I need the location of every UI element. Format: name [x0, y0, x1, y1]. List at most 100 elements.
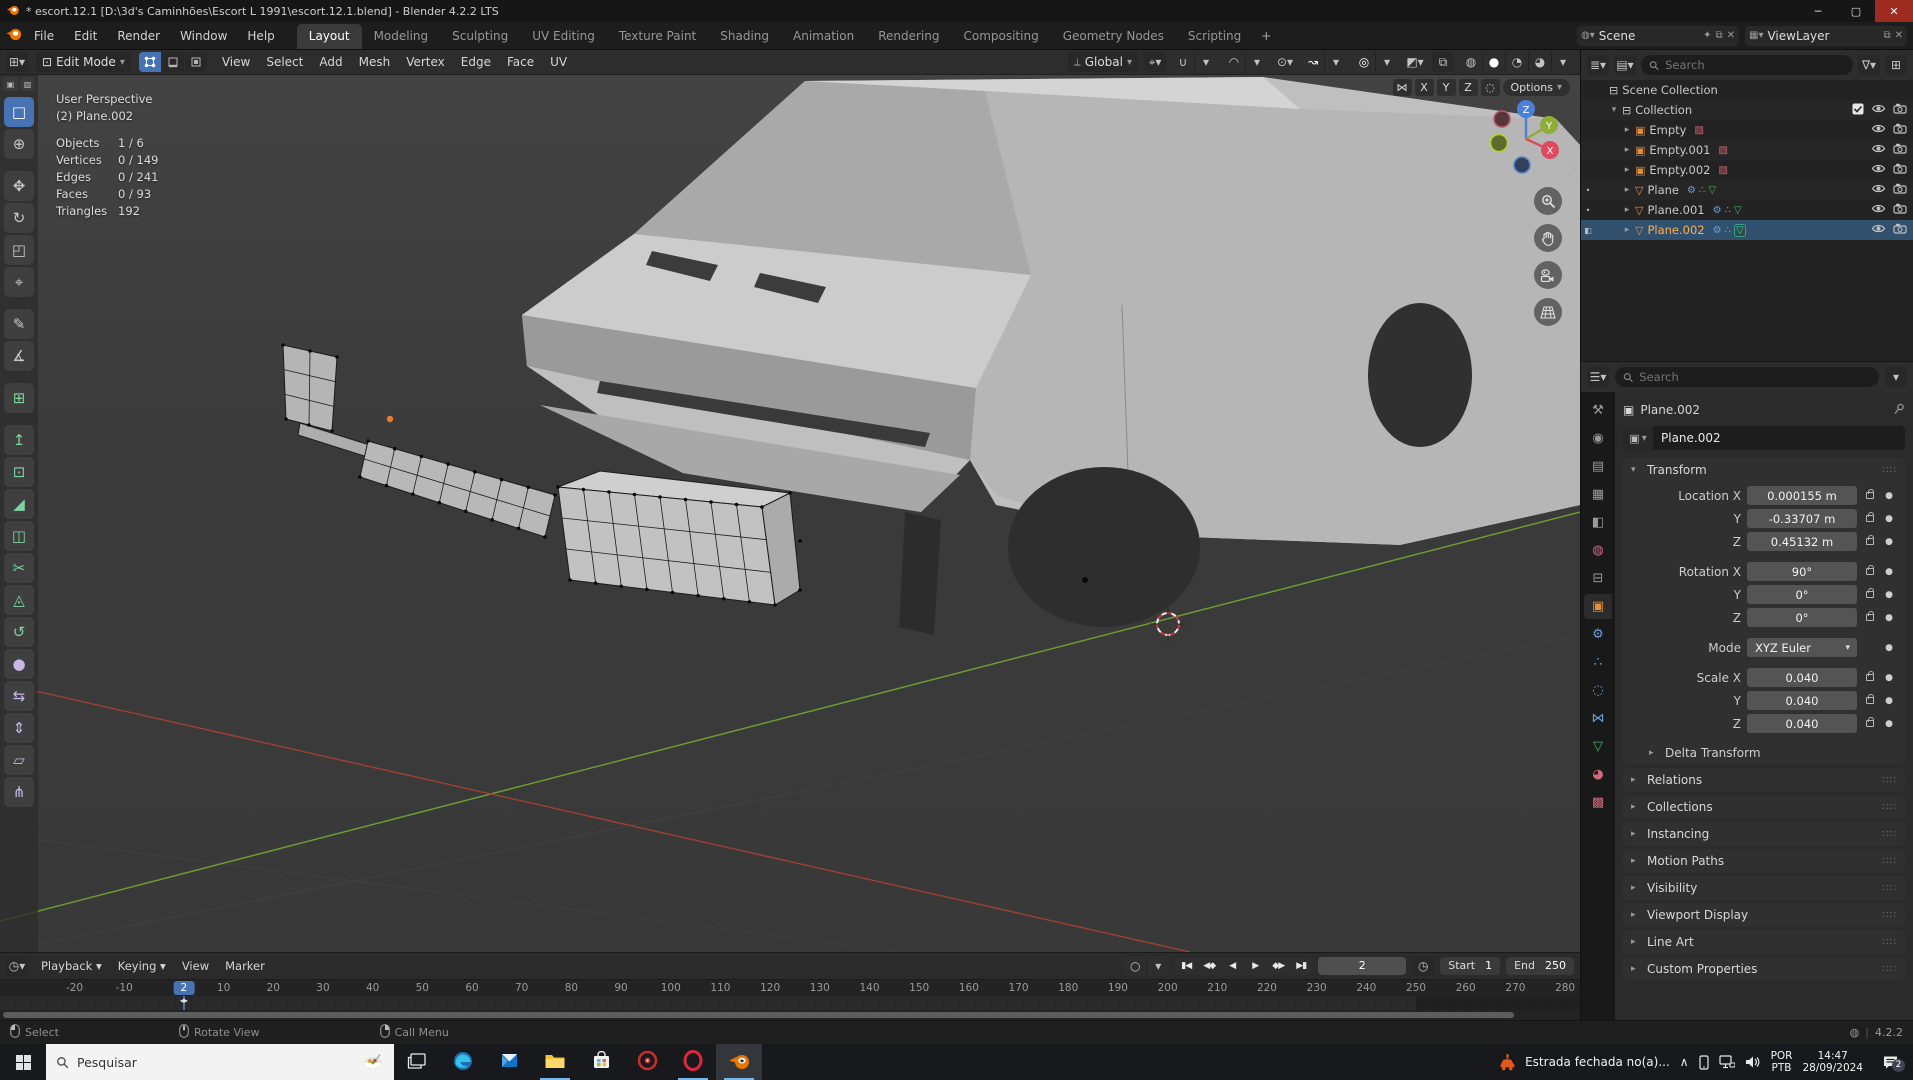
hide-eye-icon[interactable] — [1871, 183, 1886, 197]
outliner-row-scene collection[interactable]: ⊟Scene Collection — [1581, 80, 1913, 100]
value-field[interactable]: 0° — [1747, 585, 1857, 604]
snap-circle-icon[interactable]: ◌ — [1481, 79, 1500, 96]
stopwatch-icon[interactable]: ◷ — [1412, 956, 1434, 976]
timeline-ruler[interactable]: -20-101020304050607080901001101201301401… — [0, 979, 1580, 997]
editor-type-button[interactable]: ⊞▾ — [6, 52, 28, 72]
value-field[interactable]: -0.33707 m — [1747, 509, 1857, 528]
panel-drag-handle[interactable]: ∷∷ — [1882, 964, 1897, 975]
playhead-handle[interactable]: ◂▸ — [180, 996, 188, 1005]
properties-options-dropdown[interactable]: ▾ — [1885, 367, 1907, 387]
gizmos-toggle[interactable]: ↝ — [1302, 52, 1324, 72]
delta-transform-panel[interactable]: ▸ Delta Transform — [1623, 741, 1905, 765]
lock-icon[interactable] — [1863, 538, 1877, 545]
tray-expand-chevron[interactable]: ∧ — [1680, 1055, 1689, 1069]
play-reverse-button[interactable]: ◀ — [1221, 957, 1243, 975]
breadcrumb-object[interactable]: Plane.002 — [1640, 403, 1700, 417]
outliner-row-empty-002[interactable]: ▸▣Empty.002▨ — [1581, 160, 1913, 180]
properties-search-input[interactable] — [1639, 370, 1871, 384]
proportional-editing-toggle[interactable]: ◠ — [1223, 52, 1245, 72]
tool-add-cube[interactable]: ⊞ — [4, 383, 34, 413]
lock-icon[interactable] — [1863, 614, 1877, 621]
new-collection-button[interactable]: ⊞ — [1885, 55, 1907, 75]
outliner-row-plane-002[interactable]: ◧▸▽Plane.002⚙∴▽ — [1581, 220, 1913, 240]
shading-solid-button[interactable]: ● — [1483, 52, 1505, 72]
taskbar-app-autodesk[interactable] — [624, 1044, 670, 1080]
outliner-row-collection[interactable]: ▾⊟Collection — [1581, 100, 1913, 120]
value-field[interactable]: 0.45132 m — [1747, 532, 1857, 551]
notification-center-button[interactable]: 2 — [1873, 1055, 1907, 1070]
taskbar-app-task-view[interactable] — [394, 1044, 440, 1080]
object-name-field[interactable]: ▣▾ — [1623, 426, 1905, 450]
panel-drag-handle[interactable]: ∷∷ — [1882, 802, 1897, 813]
value-field[interactable]: 0° — [1747, 608, 1857, 627]
properties-tab-constraints[interactable]: ⋈ — [1584, 706, 1612, 731]
panel-drag-handle[interactable]: ∷∷ — [1882, 856, 1897, 867]
face-select-button[interactable] — [185, 52, 207, 72]
menu-file[interactable]: File — [26, 26, 62, 46]
snap-toggle[interactable]: ∪ — [1172, 52, 1194, 72]
volume-icon[interactable] — [1745, 1055, 1761, 1069]
tab-scripting[interactable]: Scripting — [1176, 24, 1253, 49]
timeline-menu-view[interactable]: View — [175, 956, 216, 976]
next-keyframe-button[interactable]: ◆▶ — [1267, 957, 1289, 975]
tool-bevel[interactable]: ◢ — [4, 489, 34, 519]
outliner-editor-type-button[interactable]: ≣▾ — [1587, 55, 1609, 75]
tool-transform[interactable]: ⌖ — [4, 267, 34, 297]
animate-dot[interactable]: ● — [1883, 696, 1895, 706]
zoom-icon[interactable] — [1534, 187, 1562, 215]
copy-icon[interactable]: ⧉ — [1715, 30, 1722, 41]
panel-drag-handle[interactable]: ∷∷ — [1882, 829, 1897, 840]
mirror-y-button[interactable]: Y — [1437, 79, 1456, 96]
object-name-input[interactable] — [1653, 431, 1905, 445]
taskbar-app-opera[interactable] — [670, 1044, 716, 1080]
disable-render-icon[interactable] — [1893, 143, 1907, 157]
playhead-frame-badge[interactable]: 2 — [173, 981, 194, 995]
expander-icon[interactable]: ▸ — [1621, 145, 1633, 155]
panel-drag-handle[interactable]: ∷∷ — [1882, 937, 1897, 948]
menu-help[interactable]: Help — [239, 26, 282, 46]
animate-dot[interactable]: ● — [1883, 643, 1895, 653]
value-field[interactable]: 0.000155 m — [1747, 486, 1857, 505]
properties-tab-material[interactable]: ◕ — [1584, 762, 1612, 787]
ortho-grid-icon[interactable] — [1534, 298, 1562, 326]
value-field[interactable]: 90° — [1747, 562, 1857, 581]
expander-icon[interactable]: ▸ — [1621, 205, 1633, 215]
panel-drag-handle[interactable]: ∷∷ — [1882, 465, 1897, 476]
expander-icon[interactable]: ▸ — [1621, 165, 1633, 175]
tool-move[interactable]: ✥ — [4, 171, 34, 201]
taskbar-app-store[interactable] — [578, 1044, 624, 1080]
pin-icon[interactable] — [1894, 403, 1905, 418]
animate-dot[interactable]: ● — [1883, 590, 1895, 600]
snap-dropdown[interactable]: ▾ — [1195, 52, 1217, 72]
animate-dot[interactable]: ● — [1883, 673, 1895, 683]
expander-icon[interactable]: ▸ — [1621, 185, 1633, 195]
lock-icon[interactable] — [1863, 591, 1877, 598]
pin-icon[interactable]: ✦ — [1703, 30, 1711, 41]
properties-editor-type-button[interactable]: ☰▾ — [1587, 367, 1609, 387]
properties-tab-world[interactable]: ◍ — [1584, 538, 1612, 563]
timeline-editor-type-button[interactable]: ◷▾ — [6, 956, 28, 976]
shading-dropdown[interactable]: ▾ — [1552, 52, 1574, 72]
properties-tab-collection[interactable]: ⊟ — [1584, 566, 1612, 591]
show-object-types-dropdown[interactable]: ⊙▾ — [1274, 52, 1296, 72]
viewport-menu-view[interactable]: View — [215, 52, 257, 72]
hide-eye-icon[interactable] — [1871, 163, 1886, 177]
minimize-button[interactable]: ─ — [1799, 0, 1837, 22]
frame-range-end[interactable]: End 250 — [1506, 957, 1574, 975]
timeline-menu-keying[interactable]: Keying ▾ — [111, 956, 173, 976]
play-button[interactable]: ▶ — [1244, 957, 1266, 975]
blender-menu-button[interactable] — [6, 26, 22, 45]
tool-shear[interactable]: ▱ — [4, 745, 34, 775]
frame-range-start[interactable]: Start 1 — [1440, 957, 1500, 975]
tool-rotate[interactable]: ↻ — [4, 203, 34, 233]
menu-window[interactable]: Window — [172, 26, 235, 46]
shading-material-button[interactable]: ◔ — [1506, 52, 1528, 72]
hide-eye-icon[interactable] — [1871, 223, 1886, 237]
viewport-menu-edge[interactable]: Edge — [454, 52, 498, 72]
sidebar-collapse-arrow[interactable]: ‹ — [1573, 161, 1578, 176]
taskbar-app-explorer[interactable] — [532, 1044, 578, 1080]
timeline-track[interactable]: ◂▸ — [0, 996, 1580, 1010]
tool-spin[interactable]: ↺ — [4, 617, 34, 647]
properties-tab-texture[interactable]: ▩ — [1584, 790, 1612, 815]
properties-tab-object[interactable]: ▣ — [1584, 594, 1612, 619]
